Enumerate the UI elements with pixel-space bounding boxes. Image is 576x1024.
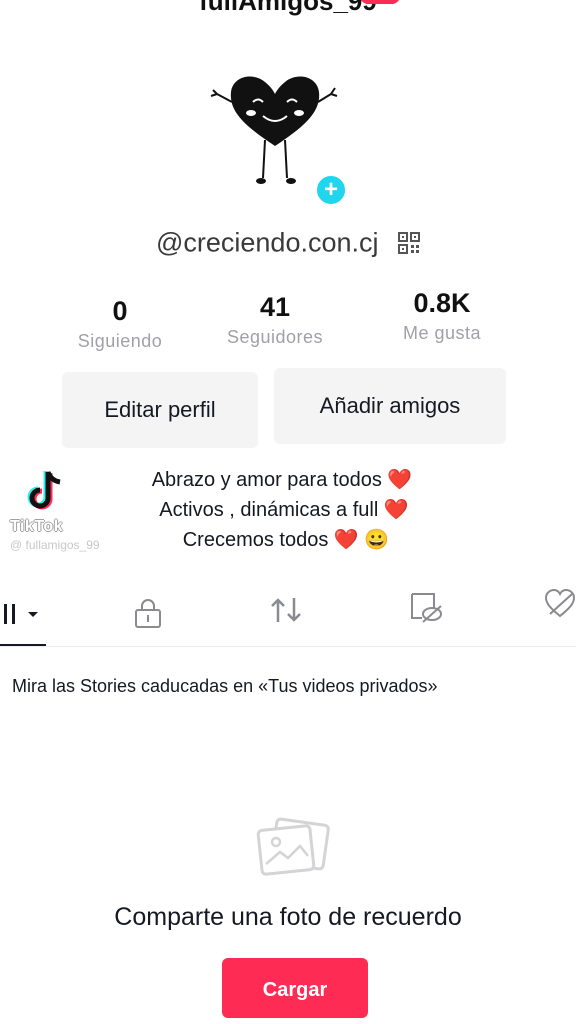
bio-line-1: Abrazo y amor para todos ❤️ (151, 469, 413, 491)
repost-icon (271, 598, 301, 622)
likes-label: Me gusta (402, 323, 482, 343)
profile-header-title: fullAmigos_99 (199, 0, 377, 16)
bio-line-3: Crecemos todos ❤️ 😀 (182, 529, 390, 551)
username: @creciendo.con.cj (155, 227, 379, 258)
bio-line-2: Activos , dinámicas a full ❤️ (159, 499, 409, 521)
tab-private[interactable] (132, 596, 164, 635)
tab-liked[interactable] (544, 588, 576, 625)
photo-placeholder-icon (256, 817, 330, 876)
grid-icon (4, 604, 38, 624)
edit-profile-button[interactable]: Editar perfil (62, 372, 258, 448)
upload-button[interactable]: Cargar (222, 958, 368, 1018)
tab-videos[interactable] (0, 600, 46, 633)
hidden-icon (411, 593, 442, 623)
liked-heart-icon (544, 588, 576, 618)
following-label: Siguiendo (77, 331, 163, 351)
followers-label: Seguidores (226, 327, 324, 347)
stat-following[interactable]: 0 Siguiendo (60, 296, 180, 352)
qr-code-icon[interactable] (398, 231, 421, 254)
add-friends-button[interactable]: Añadir amigos (274, 368, 506, 444)
expired-stories-notice[interactable]: Mira las Stories caducadas en «Tus video… (12, 676, 438, 697)
following-count: 0 (112, 296, 128, 326)
empty-state-title: Comparte una foto de recuerdo (114, 903, 462, 931)
tab-divider (0, 646, 576, 647)
profile-tabs (0, 588, 576, 638)
stat-followers[interactable]: 41 Seguidores (210, 292, 340, 348)
lock-icon (135, 599, 161, 628)
username-row: @creciendo.con.cj (0, 226, 576, 258)
header-badge (360, 0, 400, 4)
stat-likes[interactable]: 0.8K Me gusta (378, 288, 506, 344)
add-story-icon[interactable]: + (314, 173, 348, 207)
followers-count: 41 (259, 292, 291, 322)
tab-hidden[interactable] (406, 590, 444, 631)
tab-reposts[interactable] (268, 592, 304, 633)
likes-count: 0.8K (413, 288, 471, 318)
